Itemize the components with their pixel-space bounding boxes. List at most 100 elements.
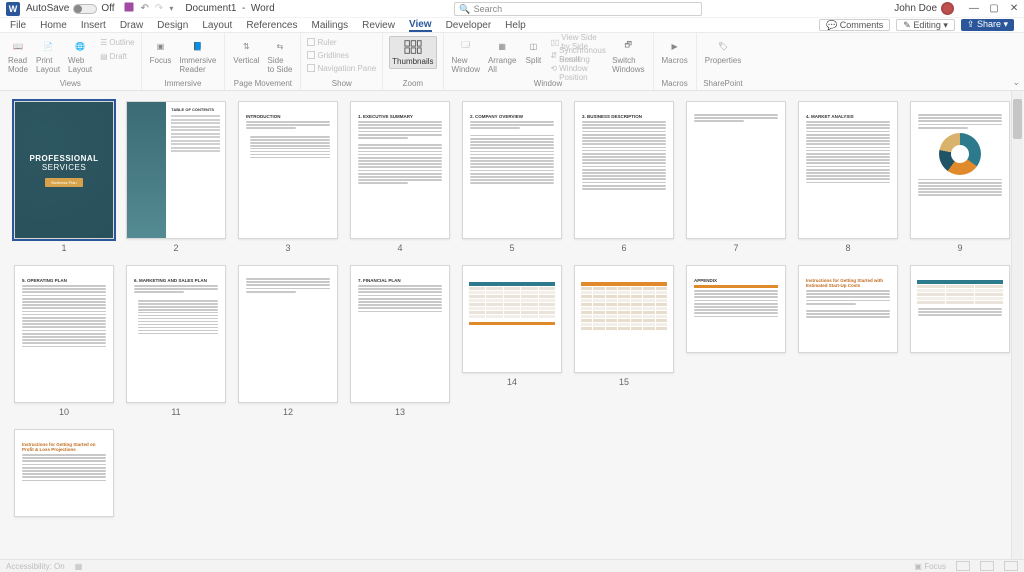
immersive-reader-button[interactable]: 📘Immersive Reader xyxy=(177,36,218,76)
read-mode-button[interactable]: 📖Read Mode xyxy=(6,36,30,76)
arrange-all-button[interactable]: ▦Arrange All xyxy=(486,36,518,76)
tab-mailings[interactable]: Mailings xyxy=(311,20,348,31)
outline-button[interactable]: ☰ Outline xyxy=(100,36,135,48)
macros-button[interactable]: ▶Macros xyxy=(660,36,690,67)
draft-button[interactable]: ▤ Draft xyxy=(100,50,135,62)
search-icon: 🔍 xyxy=(459,2,470,16)
page-number: 10 xyxy=(59,407,69,417)
page-number: 7 xyxy=(733,243,738,253)
page-number: 2 xyxy=(173,243,178,253)
group-immersive: ▣Focus 📘Immersive Reader Immersive xyxy=(142,33,226,90)
page-thumbnail-14[interactable] xyxy=(462,265,562,373)
save-icon[interactable] xyxy=(123,1,135,16)
account-button[interactable]: John Doe xyxy=(894,2,954,15)
gridlines-checkbox[interactable]: Gridlines xyxy=(307,49,349,61)
focus-button[interactable]: ▣Focus xyxy=(148,36,174,67)
thumbnail-canvas[interactable]: PROFESSIONAL SERVICES Business Plan 1 TA… xyxy=(0,91,1024,559)
page-thumbnail-2[interactable]: TABLE OF CONTENTS xyxy=(126,101,226,239)
view-web-button[interactable] xyxy=(1004,561,1018,571)
tab-review[interactable]: Review xyxy=(362,20,395,31)
autosave-toggle[interactable]: AutoSave Off xyxy=(26,3,115,14)
collapse-ribbon-icon[interactable]: ⌄ xyxy=(1012,77,1020,88)
page-thumbnail-17[interactable]: Instructions for Getting Started with Es… xyxy=(798,265,898,353)
document-title[interactable]: Document1 - Word xyxy=(185,3,274,14)
page-number: 13 xyxy=(395,407,405,417)
accessibility-status[interactable]: Accessibility: On xyxy=(6,562,65,571)
split-button[interactable]: ◫Split xyxy=(522,36,544,67)
comments-button[interactable]: 💬 Comments xyxy=(819,19,890,31)
page-thumbnail-7[interactable] xyxy=(686,101,786,239)
page-thumbnail-19[interactable]: Instructions for Getting Started on Prof… xyxy=(14,429,114,517)
page-thumbnail-18[interactable] xyxy=(910,265,1010,353)
minimize-button[interactable]: — xyxy=(964,3,984,14)
tab-layout[interactable]: Layout xyxy=(202,20,232,31)
title-bar: W AutoSave Off ↶ ↷ ▾ Document1 - Word 🔍 … xyxy=(0,0,1024,18)
tab-file[interactable]: File xyxy=(10,20,26,31)
group-page-movement: ⇅Vertical ⇆Side to Side Page Movement xyxy=(225,33,301,90)
page-thumbnail-1[interactable]: PROFESSIONAL SERVICES Business Plan xyxy=(14,101,114,239)
donut-chart-icon xyxy=(939,133,981,175)
editing-mode-button[interactable]: ✎ Editing ▾ xyxy=(896,19,955,31)
page-number: 6 xyxy=(621,243,626,253)
page-thumbnail-8[interactable]: 4. MARKET ANALYSIS xyxy=(798,101,898,239)
page-number: 14 xyxy=(507,377,517,387)
tab-draw[interactable]: Draw xyxy=(120,20,143,31)
page-number: 8 xyxy=(845,243,850,253)
page-thumbnail-11[interactable]: 6. MARKETING AND SALES PLAN xyxy=(126,265,226,403)
tab-insert[interactable]: Insert xyxy=(81,20,106,31)
vertical-button[interactable]: ⇅Vertical xyxy=(231,36,261,67)
page-thumbnail-12[interactable] xyxy=(238,265,338,403)
undo-icon[interactable]: ↶ xyxy=(141,3,149,14)
close-button[interactable]: ✕ xyxy=(1004,3,1024,14)
restore-button[interactable]: ▢ xyxy=(984,3,1004,14)
toggle-off-icon[interactable] xyxy=(73,4,97,14)
word-app-icon: W xyxy=(6,2,20,16)
switch-windows-button[interactable]: 🗗Switch Windows xyxy=(610,36,646,76)
page-number: 11 xyxy=(171,407,180,417)
ribbon: 📖Read Mode 📄Print Layout 🌐Web Layout ☰ O… xyxy=(0,33,1024,91)
page-number: 1 xyxy=(61,243,66,253)
page-thumbnail-13[interactable]: 7. FINANCIAL PLAN xyxy=(350,265,450,403)
page-thumbnail-4[interactable]: 1. EXECUTIVE SUMMARY xyxy=(350,101,450,239)
tab-design[interactable]: Design xyxy=(157,20,188,31)
web-layout-button[interactable]: 🌐Web Layout xyxy=(66,36,94,76)
page-number: 12 xyxy=(283,407,293,417)
status-icon[interactable]: ▦ xyxy=(75,562,83,571)
page-thumbnail-3[interactable]: INTRODUCTION xyxy=(238,101,338,239)
page-thumbnail-16[interactable]: APPENDIX xyxy=(686,265,786,353)
reset-window-button[interactable]: ⟲ Reset Window Position xyxy=(550,62,606,74)
group-zoom: Thumbnails Zoom xyxy=(383,33,443,90)
thumbnails-button[interactable]: Thumbnails xyxy=(389,36,436,69)
new-window-button[interactable]: 🗔New Window xyxy=(450,36,482,76)
page-thumbnail-10[interactable]: 5. OPERATING PLAN xyxy=(14,265,114,403)
page-number: 3 xyxy=(285,243,290,253)
view-read-button[interactable] xyxy=(956,561,970,571)
tab-view[interactable]: View xyxy=(409,19,432,32)
page-thumbnail-6[interactable]: 3. BUSINESS DESCRIPTION xyxy=(574,101,674,239)
side-to-side-button[interactable]: ⇆Side to Side xyxy=(266,36,295,76)
scrollbar-thumb[interactable] xyxy=(1013,99,1022,139)
page-thumbnail-15[interactable] xyxy=(574,265,674,373)
redo-icon[interactable]: ↷ xyxy=(155,3,163,14)
focus-mode-button[interactable]: ▣ Focus xyxy=(914,562,946,571)
tab-references[interactable]: References xyxy=(246,20,297,31)
tab-help[interactable]: Help xyxy=(505,20,526,31)
page-number: 4 xyxy=(397,243,402,253)
properties-button[interactable]: 🏷Properties xyxy=(703,36,743,67)
group-show: Ruler Gridlines Navigation Pane Show xyxy=(301,33,383,90)
search-input[interactable]: 🔍 Search xyxy=(454,2,702,16)
group-window: 🗔New Window ▦Arrange All ◫Split ▯▯ View … xyxy=(444,33,654,90)
vertical-scrollbar[interactable] xyxy=(1011,91,1023,559)
tab-home[interactable]: Home xyxy=(40,20,67,31)
share-button[interactable]: ⇪ Share ▾ xyxy=(961,19,1014,31)
tab-developer[interactable]: Developer xyxy=(446,20,492,31)
page-thumbnail-9[interactable] xyxy=(910,101,1010,239)
page-thumbnail-5[interactable]: 2. COMPANY OVERVIEW xyxy=(462,101,562,239)
print-layout-button[interactable]: 📄Print Layout xyxy=(34,36,62,76)
ruler-checkbox[interactable]: Ruler xyxy=(307,36,336,48)
view-print-button[interactable] xyxy=(980,561,994,571)
qat-dropdown-icon[interactable]: ▾ xyxy=(169,4,173,13)
nav-pane-checkbox[interactable]: Navigation Pane xyxy=(307,62,376,74)
group-sharepoint: 🏷Properties SharePoint xyxy=(697,33,749,90)
page-number: 15 xyxy=(619,377,629,387)
